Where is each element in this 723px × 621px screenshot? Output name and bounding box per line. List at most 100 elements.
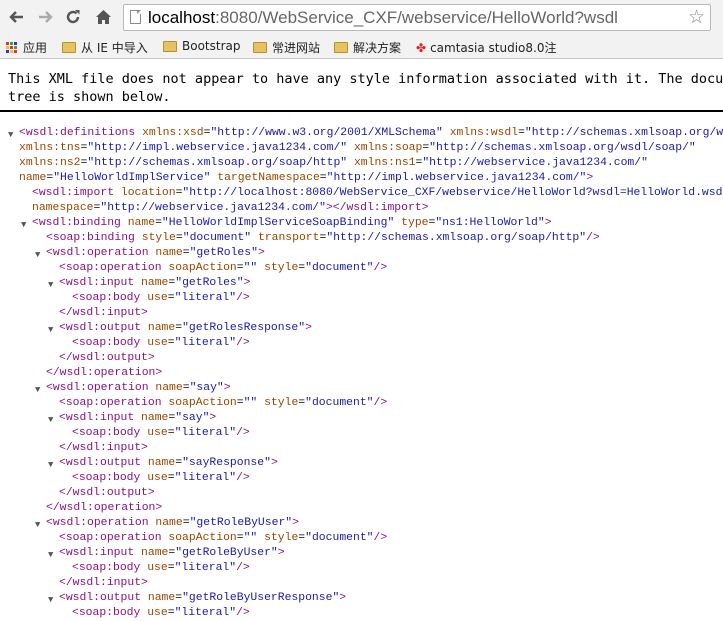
xml-tag: <wsdl:binding [32,217,121,229]
xml-attr-value: "http://impl.webservice.java1234.com/" [326,172,587,184]
xml-attr-name: xmlns:xsd [142,127,204,139]
collapse-triangle-icon[interactable]: ▼ [48,413,53,428]
xml-attr-name: soapAction [168,262,237,274]
page-icon [130,10,141,24]
back-arrow-icon[interactable] [6,6,28,28]
xml-attr-name: name [147,457,176,469]
xml-line: <soap:binding style="document" transport… [46,232,600,244]
xml-attr-value: "literal" [174,562,237,574]
reload-icon[interactable] [62,6,84,28]
xml-line: name="HelloWorldImplService" targetNames… [19,172,594,184]
xml-attr-name: use [147,607,168,619]
forward-arrow-icon[interactable] [34,6,56,28]
xml-attr-value: "http://schemas.xmlsoap.org/soap/http" [326,232,587,244]
xml-attr-name: xmlns:wsdl [449,127,519,139]
xml-attr-value: "" [243,262,258,274]
xml-attr-name: xmlns:ns1 [353,157,416,169]
xml-line: <wsdl:definitions xmlns:xsd="http://www.… [19,126,723,141]
url-path: :8080/WebService_CXF/webservice/HelloWor… [215,8,618,27]
xml-tag-end: /> [373,532,388,544]
collapse-triangle-icon[interactable]: ▼ [48,548,53,563]
xml-tag: <wsdl:operation [46,517,149,529]
xml-tag: <wsdl:operation [46,247,149,259]
xml-line: <soap:operation soapAction="" style="doc… [59,532,388,544]
xml-attr-name: name [127,217,156,229]
xml-tag-end: /> [586,232,600,244]
xml-style-notice: This XML file does not appear to have an… [8,70,723,106]
url-host: localhost [148,8,216,27]
collapse-triangle-icon[interactable]: ▼ [48,593,53,608]
xml-attr-value: "say" [189,382,224,394]
xml-line: <wsdl:input name="getRoleByUser"> [59,547,285,559]
xml-attr-name: name [19,172,47,184]
xml-line: </wsdl:input> [59,306,148,321]
xml-line: <wsdl:operation name="say"> [46,382,231,394]
bookmark-solutions[interactable]: 解决方案 [334,39,401,56]
collapse-triangle-icon[interactable]: ▼ [48,458,53,473]
notice-line: This XML file does not appear to have an… [8,71,723,87]
xml-line: <wsdl:input name="say"> [59,412,217,424]
home-icon[interactable] [92,6,114,28]
xml-tag-end: > [257,247,265,259]
bookmark-star-icon[interactable]: ☆ [688,6,705,28]
xml-line: </wsdl:output> [59,351,155,366]
xml-attr-value: "http://impl.webservice.java1234.com/" [87,142,348,154]
folder-icon [334,42,348,53]
xml-tag: <wsdl:output [59,457,142,469]
xml-attr-value: "document" [305,262,374,274]
xml-attr-value: "literal" [174,427,237,439]
xml-attr-value: "http://www.w3.org/2001/XMLSchema" [210,127,443,139]
bookmark-ie-import[interactable]: 从 IE 中导入 [62,39,148,56]
xml-tag-end: ></wsdl:import> [325,202,429,214]
divider [0,110,723,112]
bookmark-bootstrap[interactable]: Bootstrap [163,39,240,53]
xml-attr-value: "say" [175,412,210,424]
xml-tag: </wsdl:operation> [46,502,163,514]
xml-tag-end: > [270,457,278,469]
xml-attr-name: transport [257,232,320,244]
xml-tag-end: /> [236,562,250,574]
xml-tag-end: > [544,217,552,229]
address-bar[interactable]: localhost:8080/WebService_CXF/webservice… [123,4,711,31]
address-url[interactable]: localhost:8080/WebService_CXF/webservice… [148,8,618,28]
xml-line: xmlns:ns2="http://schemas.xmlsoap.org/so… [19,157,648,169]
xml-attr-value: "getRoleByUserResponse" [182,592,340,604]
bookmark-changjin[interactable]: 常进网站 [253,39,320,56]
xml-tag: <soap:body [72,472,141,484]
collapse-triangle-icon[interactable]: ▼ [35,248,40,263]
collapse-triangle-icon[interactable]: ▼ [21,218,26,233]
xml-attr-name: use [147,472,168,484]
xml-line: <soap:body use="literal"/> [72,292,250,304]
bookmark-camtasia[interactable]: ✤ camtasia studio8.0注 [416,39,556,56]
xml-attr-value: "literal" [174,607,237,619]
xml-tag-end: > [223,382,231,394]
xml-attr-value: "literal" [174,337,237,349]
collapse-triangle-icon[interactable]: ▼ [35,383,40,398]
xml-attr-name: type [401,217,429,229]
xml-attr-value: "http://schemas.xmlsoap.org/soap/http" [87,157,348,169]
collapse-triangle-icon[interactable]: ▼ [35,518,40,533]
xml-attr-name: xmlns:soap [353,142,423,154]
collapse-triangle-icon[interactable]: ▼ [48,278,53,293]
xml-line: <soap:operation soapAction="" style="doc… [59,262,388,274]
xml-attr-value: "" [243,397,258,409]
xml-attr-value: "literal" [174,472,237,484]
xml-attr-value: "literal" [174,292,237,304]
xml-tag: <soap:binding [46,232,135,244]
xml-tag-end: /> [373,397,388,409]
xml-attr-name: use [147,337,168,349]
collapse-triangle-icon[interactable]: ▼ [48,323,53,338]
xml-line: <soap:body use="literal"/> [72,337,250,349]
bookmarks-bar: 应用 从 IE 中导入 Bootstrap 常进网站 解决方案 ✤ camtas… [0,36,723,59]
xml-tag: <wsdl:import [32,187,115,199]
bookmark-label: 从 IE 中导入 [81,41,148,55]
bookmark-label: camtasia studio8.0注 [430,41,557,55]
xml-tag-end: > [277,547,285,559]
xml-tag-end: /> [373,262,388,274]
xml-line: <soap:body use="literal"/> [72,607,250,619]
bookmark-apps[interactable]: 应用 [6,39,47,56]
xml-attr-name: name [147,592,176,604]
collapse-triangle-icon[interactable]: ▼ [8,128,13,143]
xml-attr-name: location [120,187,176,199]
xml-attr-value: "http://webservice.java1234.com/" [422,157,648,169]
